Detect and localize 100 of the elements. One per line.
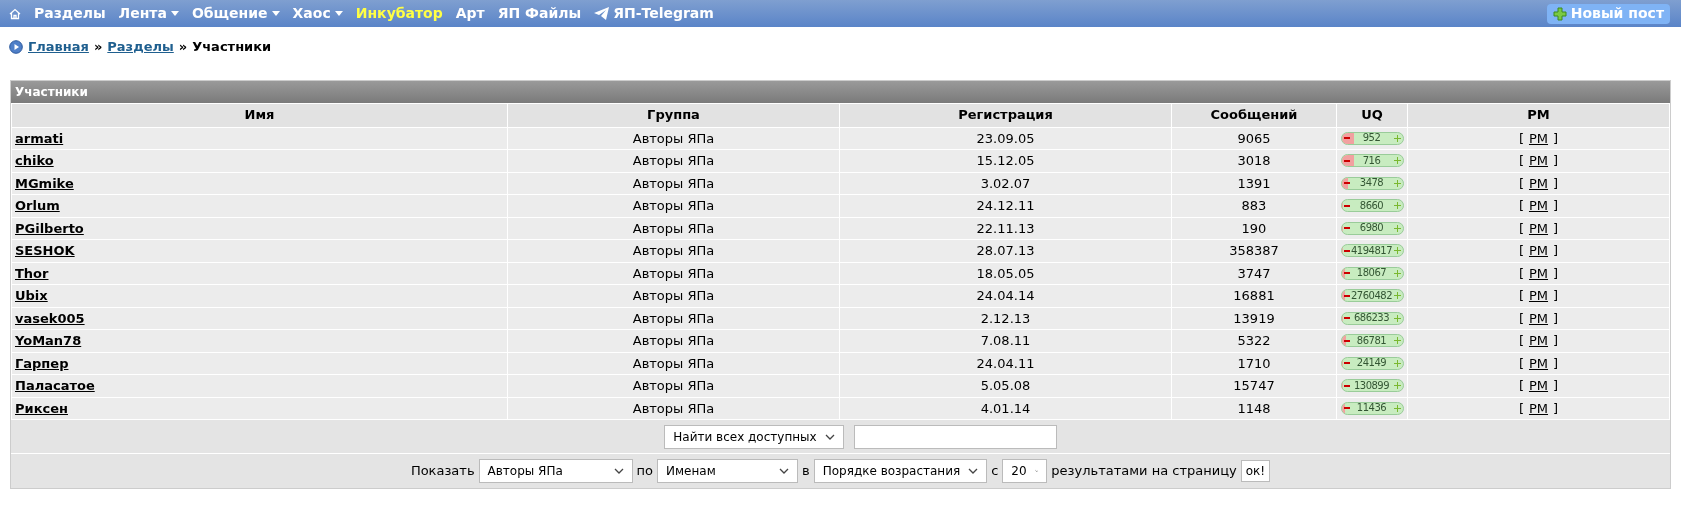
table-cell: 4.01.14 [839,397,1172,420]
dropdown[interactable]: Авторы ЯПа [478,459,633,483]
member-link[interactable]: vasek005 [15,310,85,326]
member-link[interactable]: YoMan78 [15,333,82,348]
column-header: UQ [1336,103,1408,127]
bracket: ] [1553,129,1559,148]
pm-link[interactable]: PM [1528,308,1549,328]
panel-title: Участники [11,80,1670,103]
rating-value: 2760482 [1350,290,1393,301]
minus-icon[interactable] [1343,227,1350,230]
column-header: PM [1407,103,1670,127]
member-link[interactable]: SESHOK [15,243,75,258]
plus-icon[interactable] [1393,359,1401,367]
member-link[interactable]: Orlum [15,198,60,213]
caret-icon [334,11,343,16]
minus-icon[interactable] [1343,272,1350,275]
table-cell: Авторы ЯПа [507,329,840,352]
member-link[interactable]: Риксен [15,400,68,416]
breadcrumb-link[interactable]: Главная [28,37,89,57]
rating-value: 24149 [1355,358,1388,369]
table-cell: 24.04.14 [839,284,1172,307]
plus-icon[interactable] [1393,247,1401,255]
minus-icon[interactable] [1343,159,1350,162]
table-cell: Авторы ЯПа [507,397,840,420]
pm-link[interactable]: PM [1528,196,1549,216]
bracket: ] [1553,219,1559,238]
home-icon[interactable] [9,7,21,20]
pm-link[interactable]: PM [1528,218,1549,238]
member-link[interactable]: Паласатое [15,378,95,393]
plus-icon[interactable] [1393,224,1401,232]
bracket: [ [1518,197,1524,215]
plus-icon[interactable] [1393,314,1401,322]
minus-icon[interactable] [1343,249,1350,252]
member-link[interactable]: Ubix [15,288,48,303]
plus-icon[interactable] [1393,157,1401,165]
table-cell: 358387 [1171,239,1337,262]
filter-label: в [802,462,810,481]
submit-button[interactable]: ок! [1240,460,1271,482]
member-link[interactable]: Thor [15,265,49,281]
member-link[interactable]: PGilberto [15,220,84,236]
table-cell: Авторы ЯПа [507,127,840,150]
rating-value: 952 [1361,133,1382,144]
table-cell: Авторы ЯПа [507,374,840,397]
dropdown[interactable]: Найти всех доступных [664,424,844,449]
minus-icon[interactable] [1343,182,1350,185]
bracket: [ [1518,377,1524,395]
table-cell: 1391 [1171,172,1337,195]
member-link[interactable]: chiko [15,153,54,168]
rating-value: 716 [1361,155,1382,166]
minus-icon[interactable] [1343,204,1350,207]
play-icon [9,39,23,54]
plus-icon[interactable] [1393,134,1401,142]
dropdown[interactable]: 20 [1002,459,1048,483]
pm-link[interactable]: PM [1528,241,1549,261]
plus-icon[interactable] [1393,292,1401,300]
bracket: ] [1553,174,1559,193]
pm-link[interactable]: PM [1528,286,1549,306]
table-cell: 190 [1171,217,1337,240]
search-field[interactable] [853,424,1057,449]
member-link[interactable]: armati [15,130,64,146]
dropdown[interactable]: Порядке возрастания [813,459,988,483]
plus-icon[interactable] [1393,179,1401,187]
plus-icon[interactable] [1393,202,1401,210]
dropdown[interactable]: Именам [657,459,798,483]
pm-link[interactable]: PM [1528,128,1549,148]
minus-icon[interactable] [1343,384,1350,387]
table-cell: 15747 [1171,374,1337,397]
minus-icon[interactable] [1343,294,1350,297]
caret-icon [271,11,280,16]
table-cell: 5322 [1171,329,1337,352]
minus-icon[interactable] [1343,407,1350,410]
pm-link[interactable]: PM [1528,331,1549,351]
column-header: Сообщений [1171,103,1337,127]
table-cell: 3747 [1171,262,1337,285]
pm-link[interactable]: PM [1528,263,1549,283]
table-cell: Авторы ЯПа [507,194,840,217]
plus-icon[interactable] [1393,382,1401,390]
bracket: ] [1553,197,1559,215]
pm-link[interactable]: PM [1528,151,1549,171]
minus-icon[interactable] [1343,317,1350,320]
plus-icon[interactable] [1393,269,1401,277]
pm-link[interactable]: PM [1528,398,1549,418]
table-cell: Авторы ЯПа [507,172,840,195]
table-cell: 7.08.11 [839,329,1172,352]
breadcrumb-current: Участники [192,38,272,56]
pm-link[interactable]: PM [1528,353,1549,373]
minus-icon[interactable] [1343,137,1350,140]
member-link[interactable]: MGmike [15,175,74,191]
member-link[interactable]: Гарпер [15,355,69,371]
pm-link[interactable]: PM [1528,173,1549,193]
pm-link[interactable]: PM [1528,376,1549,396]
minus-icon[interactable] [1343,339,1350,342]
breadcrumb-link[interactable]: Разделы [107,37,174,57]
plus-icon[interactable] [1393,404,1401,412]
table-cell: 13919 [1171,307,1337,330]
minus-icon[interactable] [1343,362,1350,365]
bracket: [ [1518,332,1524,350]
plus-icon[interactable] [1393,337,1401,345]
dropdown-value: Авторы ЯПа [487,463,563,480]
filter-label: с [991,462,999,481]
